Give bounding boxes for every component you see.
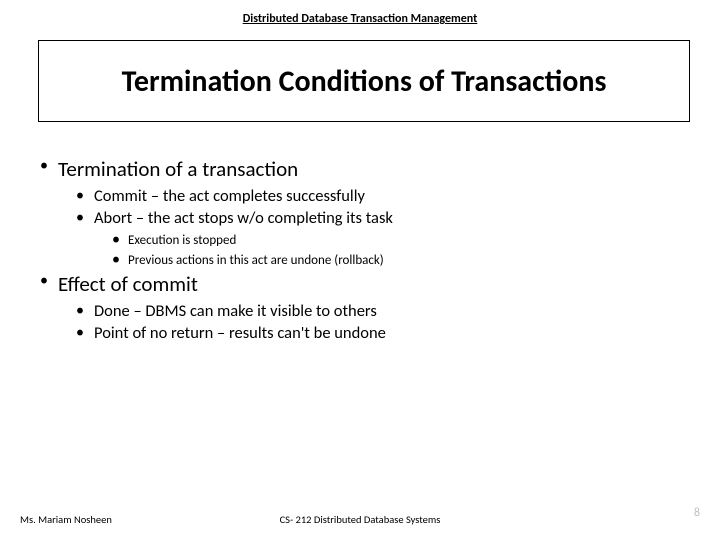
content-area: Termination of a transaction Commit – th…	[40, 156, 690, 345]
footer-page-number: 8	[694, 506, 700, 520]
bullet-lvl2: Point of no return – results can't be un…	[76, 323, 690, 343]
bullet-lvl2: Commit – the act completes successfully	[76, 186, 690, 206]
bullet-lvl3: Previous actions in this act are undone …	[112, 250, 690, 269]
bullet-text: Abort – the act stops w/o completing its…	[94, 208, 393, 228]
bullet-lvl2: Abort – the act stops w/o completing its…	[76, 208, 690, 269]
bullet-text: Termination of a transaction	[58, 156, 298, 182]
bullet-text: Point of no return – results can't be un…	[94, 323, 386, 343]
bullet-text: Effect of commit	[58, 271, 198, 297]
footer-course: CS- 212 Distributed Database Systems	[0, 513, 720, 526]
bullet-lvl1: Effect of commit Done – DBMS can make it…	[40, 271, 690, 343]
title-box: Termination Conditions of Transactions	[38, 40, 690, 122]
bullet-text: Done – DBMS can make it visible to other…	[94, 301, 377, 321]
bullet-lvl1: Termination of a transaction Commit – th…	[40, 156, 690, 269]
bullet-text: Execution is stopped	[128, 233, 236, 248]
bullet-text: Commit – the act completes successfully	[94, 186, 365, 206]
bullet-lvl2: Done – DBMS can make it visible to other…	[76, 301, 690, 321]
slide: Distributed Database Transaction Managem…	[0, 0, 720, 540]
slide-title: Termination Conditions of Transactions	[122, 63, 607, 100]
footer: Ms. Mariam Nosheen CS- 212 Distributed D…	[0, 508, 720, 526]
bullet-lvl3: Execution is stopped	[112, 230, 690, 249]
header-label: Distributed Database Transaction Managem…	[0, 12, 720, 26]
bullet-text: Previous actions in this act are undone …	[128, 253, 384, 268]
